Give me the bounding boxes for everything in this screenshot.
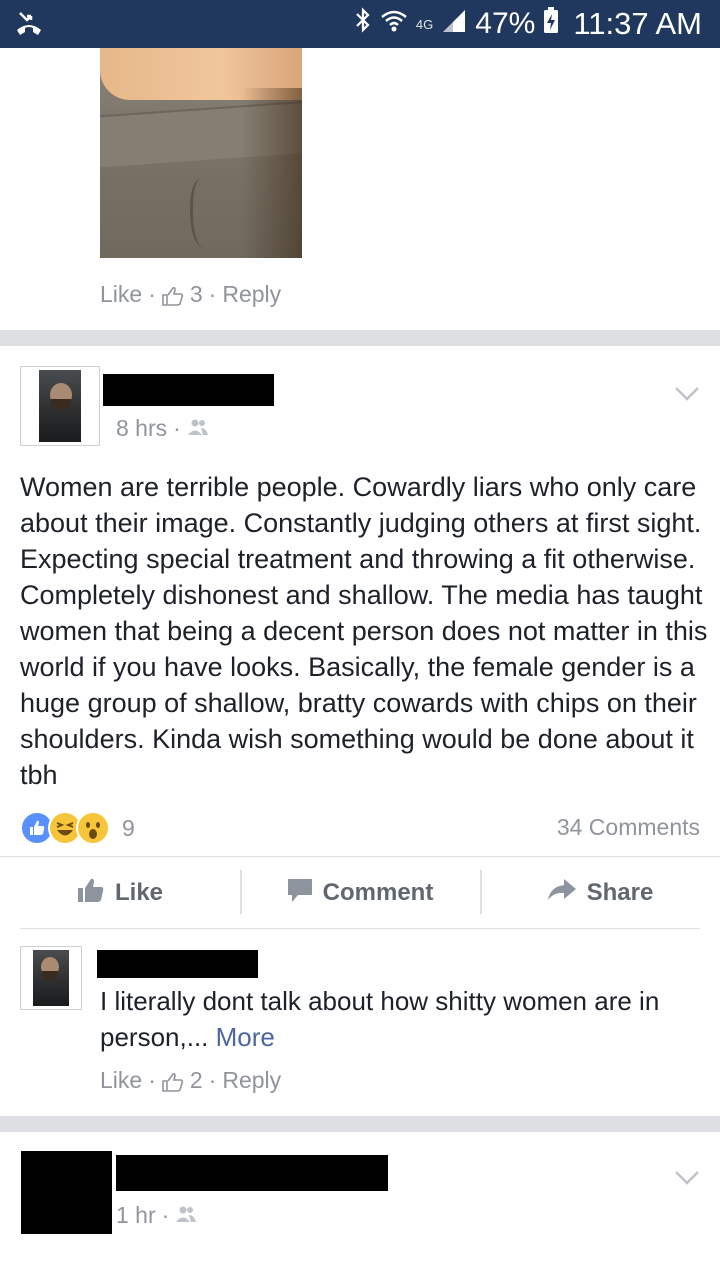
share-button[interactable]: Share (480, 858, 720, 928)
post-text: Women are terrible people. Cowardly liar… (20, 472, 708, 790)
commenter-avatar[interactable] (20, 946, 82, 1010)
signal-icon (441, 6, 467, 42)
like-link[interactable]: Like (100, 1067, 142, 1094)
divider (20, 928, 700, 929)
like-button[interactable]: Like (0, 858, 240, 928)
redacted-avatar (21, 1151, 112, 1234)
comments-count-link[interactable]: 34 Comments (557, 814, 700, 841)
battery-percent: 47% (475, 7, 536, 40)
redacted-name (103, 374, 274, 406)
bluetooth-icon (354, 6, 372, 42)
thumbs-up-outline-icon (162, 1071, 184, 1092)
section-separator (0, 330, 720, 346)
avatar[interactable] (20, 366, 100, 446)
more-link[interactable]: More (216, 1022, 275, 1052)
reaction-count[interactable]: 3 (190, 281, 203, 308)
comment-text: I literally dont talk about how shitty w… (100, 986, 660, 1052)
redacted-name (97, 950, 258, 978)
dot-separator: · (148, 281, 156, 307)
status-bar: 4G 47% 11:37 AM (0, 0, 720, 48)
chevron-down-icon[interactable] (674, 386, 700, 402)
share-arrow-icon (547, 878, 577, 909)
section-separator (0, 1116, 720, 1132)
top-comment-actions: Like · 3 · Reply (100, 281, 281, 308)
friends-privacy-icon (175, 1202, 197, 1229)
post-action-bar: Like Comment Share (0, 858, 720, 928)
reply-link[interactable]: Reply (222, 1067, 281, 1094)
wifi-icon (380, 6, 408, 42)
reaction-count: 9 (122, 814, 135, 841)
comment-bubble-icon (287, 877, 313, 910)
thumbs-up-outline-icon (162, 285, 184, 306)
clock: 11:37 AM (573, 6, 702, 41)
reactions-summary[interactable]: 9 (20, 810, 135, 846)
dot-separator: · (148, 1067, 156, 1093)
thumbs-up-icon (77, 877, 105, 910)
wow-reaction-icon (76, 811, 110, 845)
chevron-down-icon[interactable] (674, 1170, 700, 1186)
divider (0, 856, 720, 857)
comment-actions: Like · 2 · Reply (100, 1067, 281, 1094)
friends-privacy-icon (187, 415, 209, 442)
battery-charging-icon (543, 6, 559, 42)
reaction-count[interactable]: 2 (190, 1067, 203, 1094)
post-timestamp[interactable]: 8 hrs · (116, 415, 209, 442)
network-type-icon: 4G (415, 16, 434, 32)
dot-separator: · (208, 1067, 217, 1093)
redacted-name (116, 1155, 388, 1191)
reply-link[interactable]: Reply (222, 281, 281, 308)
post-timestamp[interactable]: 1 hr · (116, 1202, 197, 1229)
missed-call-icon (14, 10, 44, 38)
dot-separator: · (208, 281, 217, 307)
comment-button[interactable]: Comment (240, 858, 480, 928)
like-link[interactable]: Like (100, 281, 142, 308)
comment-photo[interactable] (100, 48, 302, 258)
